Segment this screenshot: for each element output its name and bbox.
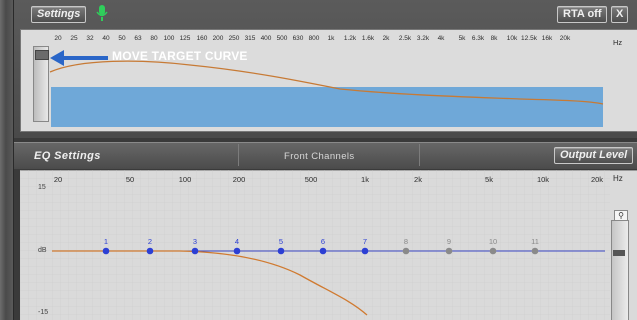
eq-band-number: 10 <box>488 237 498 246</box>
eq-settings-title: EQ Settings <box>34 150 101 162</box>
eq-window: Settings RTA off X 20 25 32 40 50 63 80 100 125 1… <box>0 0 637 320</box>
left-arrow-icon <box>50 50 108 66</box>
eq-band-number: 3 <box>192 237 198 246</box>
eq-band-point[interactable] <box>489 247 497 255</box>
eq-band-number: 8 <box>403 237 409 246</box>
microphone-icon[interactable] <box>96 5 108 21</box>
eq-band-point[interactable] <box>277 247 285 255</box>
move-target-curve-label: MOVE TARGET CURVE <box>112 49 248 63</box>
eq-band-number: 11 <box>531 237 539 246</box>
eq-band-number: 1 <box>103 237 109 246</box>
eq-band-number: 9 <box>446 237 452 246</box>
eq-band-number: 2 <box>147 237 153 246</box>
target-curve[interactable] <box>20 29 637 130</box>
eq-band-point[interactable] <box>402 247 410 255</box>
rta-toggle-button[interactable]: RTA off <box>557 6 608 23</box>
eq-band-point[interactable] <box>146 247 154 255</box>
eq-band-point[interactable] <box>319 247 327 255</box>
eq-band-point[interactable] <box>102 247 110 255</box>
eq-band-point[interactable] <box>445 247 453 255</box>
window-left-border <box>0 0 14 320</box>
eq-band-number: 5 <box>278 237 284 246</box>
close-button[interactable]: X <box>611 6 629 23</box>
target-level-slider-thumb[interactable] <box>35 50 49 60</box>
eq-band-number: 7 <box>362 237 368 246</box>
settings-button[interactable]: Settings <box>31 6 87 23</box>
output-level-button[interactable]: Output Level <box>554 147 634 164</box>
output-level-slider-thumb[interactable] <box>613 250 625 256</box>
eq-band-point[interactable] <box>233 247 241 255</box>
eq-band-number: 4 <box>234 237 240 246</box>
eq-band-point[interactable] <box>191 247 199 255</box>
header-divider-right <box>419 144 420 166</box>
eq-band-points <box>102 247 539 255</box>
eq-band-point[interactable] <box>531 247 539 255</box>
output-level-slider[interactable] <box>611 220 629 320</box>
channel-selector[interactable]: Front Channels <box>284 151 355 162</box>
header-divider-left <box>238 144 239 166</box>
eq-band-number: 6 <box>320 237 326 246</box>
eq-band-point[interactable] <box>361 247 369 255</box>
